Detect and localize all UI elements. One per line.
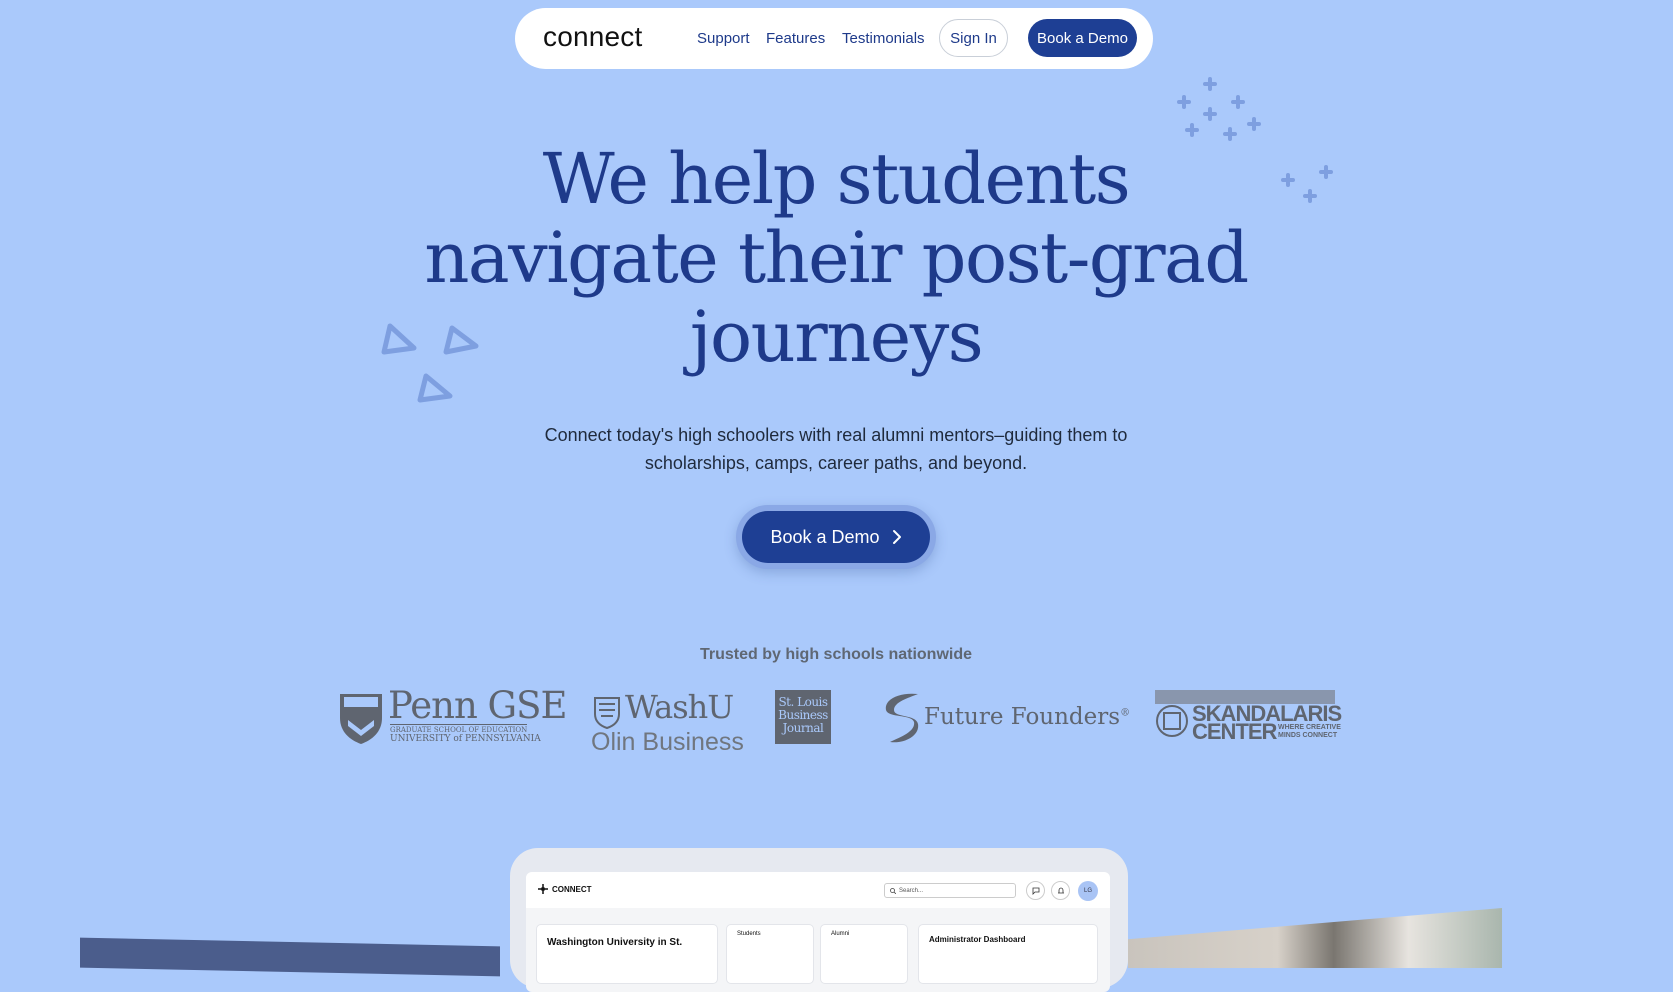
partner-logos: Penn GSE GRADUATE SCHOOL OF EDUCATION UN…	[0, 684, 1673, 760]
skandalaris-emblem-icon	[1156, 705, 1188, 737]
skandalaris-line2: CENTER	[1192, 719, 1277, 744]
hero-headline: We help students navigate their post-gra…	[386, 140, 1286, 377]
washu-olin-business: Olin Business	[591, 728, 744, 756]
stlbj-line3: Journal	[782, 721, 824, 735]
penn-gse-line1: GRADUATE SCHOOL OF EDUCATION	[390, 724, 528, 734]
trusted-heading: Trusted by high schools nationwide	[699, 646, 973, 663]
brand-logo[interactable]: connect	[543, 21, 642, 53]
penn-shield-icon	[340, 694, 382, 744]
penn-gse-line2: UNIVERSITY of PENNSYLVANIA	[390, 734, 541, 744]
preview-photo-left	[80, 937, 500, 977]
user-avatar[interactable]: LG	[1078, 881, 1098, 901]
hero-subtitle-line-1: Connect today's high schoolers with real…	[544, 425, 1128, 445]
washu-shield-icon	[594, 697, 620, 730]
app-search-placeholder: Search...	[899, 887, 924, 894]
school-card[interactable]: Washington University in St.	[536, 924, 718, 984]
nav-link-features[interactable]: Features	[766, 30, 825, 47]
nav-link-testimonials[interactable]: Testimonials	[842, 30, 925, 47]
logo-penn-gse: Penn GSE GRADUATE SCHOOL OF EDUCATION UN…	[338, 684, 567, 746]
alumni-card-title: Alumni	[831, 931, 850, 937]
nav-book-demo-button[interactable]: Book a Demo	[1028, 19, 1137, 57]
app-logo: CONNECT	[538, 884, 592, 894]
app-logo-icon	[538, 884, 548, 894]
alumni-card[interactable]: Alumni	[820, 924, 908, 984]
dashboard-preview-screen: CONNECT Search... LG Washington Universi…	[526, 872, 1110, 992]
registered-mark: ®	[1120, 707, 1131, 719]
hero-headline-line-3: journeys	[689, 296, 984, 378]
hero-cta-label: Book a Demo	[770, 526, 880, 547]
future-founders-swirl-icon	[885, 693, 919, 743]
school-card-title: Washington University in St.	[547, 937, 683, 948]
nav-link-support[interactable]: Support	[697, 30, 750, 47]
washu-name: WashU	[625, 688, 734, 726]
skandalaris-tag1: WHERE CREATIVE	[1278, 724, 1341, 731]
hero-book-demo-button[interactable]: Book a Demo	[742, 511, 930, 563]
future-founders-text: Future Founders	[924, 704, 1121, 730]
future-founders-name: Future Founders®	[924, 704, 1130, 730]
admin-dashboard-card[interactable]: Administrator Dashboard	[918, 924, 1098, 984]
logo-stl-business-journal: St. Louis Business Journal	[775, 690, 831, 744]
chevron-right-icon	[892, 530, 901, 544]
skandalaris-tag2: MINDS CONNECT	[1278, 732, 1338, 739]
bell-icon[interactable]	[1051, 881, 1070, 900]
app-topbar: CONNECT Search... LG	[526, 872, 1110, 908]
hero-headline-line-2: navigate their post-grad	[424, 217, 1249, 299]
preview-photo-right	[1128, 908, 1502, 968]
search-icon	[890, 887, 896, 894]
hero-subtitle-line-2: scholarships, camps, career paths, and b…	[644, 453, 1028, 473]
app-logo-text: CONNECT	[552, 884, 592, 894]
hero-cta-outline: Book a Demo	[736, 505, 936, 569]
logo-skandalaris-center: SKANDALARIS CENTER WHERE CREATIVE MINDS …	[1155, 690, 1342, 746]
students-card[interactable]: Students	[726, 924, 814, 984]
penn-gse-name: Penn GSE	[388, 684, 567, 727]
message-icon[interactable]	[1026, 881, 1045, 900]
students-card-title: Students	[737, 931, 761, 937]
dashboard-preview-device: CONNECT Search... LG Washington Universi…	[510, 848, 1128, 992]
top-navbar: connect Support Features Testimonials Si…	[515, 8, 1153, 69]
admin-dashboard-title: Administrator Dashboard	[929, 935, 1026, 944]
sign-in-button[interactable]: Sign In	[939, 19, 1008, 57]
app-search-input[interactable]: Search...	[884, 883, 1016, 898]
hero-headline-line-1: We help students	[542, 138, 1131, 220]
logo-future-founders: Future Founders®	[878, 690, 1130, 746]
hero-subtitle: Connect today's high schoolers with real…	[500, 421, 1172, 477]
logo-washu-olin: WashU Olin Business	[591, 688, 744, 756]
